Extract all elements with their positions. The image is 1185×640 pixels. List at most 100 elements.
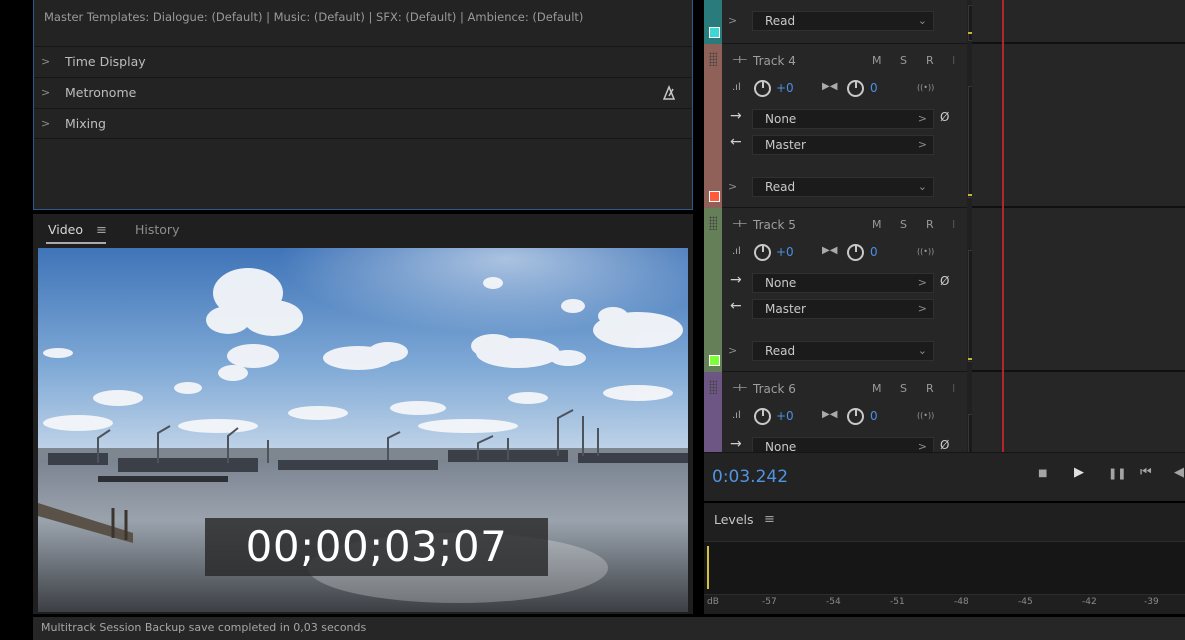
phase-invert-icon[interactable]: Ø (940, 110, 949, 124)
metronome-section[interactable]: > Metronome (34, 77, 692, 108)
status-bar: Multitrack Session Backup save completed… (33, 617, 1185, 640)
current-time-display[interactable]: 0:03.242 (712, 467, 788, 487)
chevron-down-icon: ⌄ (917, 14, 927, 27)
pan-value[interactable]: 0 (870, 81, 878, 95)
output-arrow-icon: ← (730, 298, 742, 314)
level-meter (704, 541, 1185, 595)
video-panel: Video ≡ History 00;00;03;07 (33, 214, 693, 614)
track-color-bar (704, 44, 722, 208)
scale-label: -45 (1018, 597, 1033, 607)
output-arrow-icon: ← (730, 134, 742, 150)
input-value: None (765, 112, 797, 126)
record-arm-button[interactable]: R (926, 218, 934, 231)
input-select[interactable]: None > (752, 437, 934, 452)
rewind-icon[interactable]: ◀ (1174, 465, 1184, 480)
track-color-bar (704, 208, 722, 372)
playhead[interactable] (1002, 0, 1004, 452)
pan-icon: ▶◀ (822, 409, 838, 420)
panel-menu-icon[interactable]: ≡ (764, 512, 775, 527)
input-select[interactable]: None > (752, 109, 934, 129)
drag-handle[interactable] (709, 52, 717, 66)
chevron-right-icon: > (41, 117, 51, 130)
automation-mode-value: Read (765, 180, 796, 194)
pan-knob[interactable] (847, 244, 864, 261)
chevron-right-icon: > (917, 302, 927, 315)
metronome-label: Metronome (65, 85, 137, 100)
scale-label: -57 (762, 597, 777, 607)
mixing-section[interactable]: > Mixing (34, 108, 692, 139)
input-monitor-button[interactable]: I (952, 54, 955, 67)
stereo-icon: ((•)) (917, 83, 935, 92)
pan-knob[interactable] (847, 80, 864, 97)
volume-value[interactable]: +0 (776, 81, 794, 95)
waveform-icon: ⊣⊢ (732, 55, 747, 66)
volume-value[interactable]: +0 (776, 409, 794, 423)
output-value: Master (765, 138, 806, 152)
go-to-start-icon[interactable]: ⏮ (1140, 465, 1152, 480)
track-name[interactable]: Track 4 (753, 54, 796, 68)
drag-handle[interactable] (709, 216, 717, 230)
chevron-right-icon: > (917, 138, 927, 151)
volume-knob[interactable] (754, 80, 771, 97)
mute-button[interactable]: M (872, 218, 882, 231)
metronome-icon[interactable] (660, 84, 678, 102)
track-4: ⊣⊢ Track 4 M S R I .ıl +0 ▶◀ 0 ((•)) → N… (704, 44, 1185, 208)
input-value: None (765, 276, 797, 290)
volume-pan-row: .ıl +0 ▶◀ 0 ((•)) (732, 244, 962, 266)
automation-mode-value: Read (765, 344, 796, 358)
track-name[interactable]: Track 5 (753, 218, 796, 232)
pan-value[interactable]: 0 (870, 245, 878, 259)
track-color-swatch[interactable] (709, 191, 720, 202)
record-arm-button[interactable]: R (926, 382, 934, 395)
volume-pan-row: .ıl +0 ▶◀ 0 ((•)) (732, 80, 962, 102)
play-icon[interactable]: ▶ (1074, 465, 1084, 480)
volume-icon: .ıl (732, 246, 741, 257)
automation-mode-select[interactable]: Read ⌄ (752, 11, 934, 31)
volume-value[interactable]: +0 (776, 245, 794, 259)
input-select[interactable]: None > (752, 273, 934, 293)
phase-invert-icon[interactable]: Ø (940, 438, 949, 452)
waveform-icon: ⊣⊢ (732, 219, 747, 230)
time-display-label: Time Display (65, 54, 146, 69)
phase-invert-icon[interactable]: Ø (940, 274, 949, 288)
automation-mode-value: Read (765, 14, 796, 28)
solo-button[interactable]: S (900, 54, 907, 67)
track-color-swatch[interactable] (709, 355, 720, 366)
tab-video[interactable]: Video (48, 222, 83, 237)
tab-history[interactable]: History (135, 222, 179, 237)
pause-icon[interactable]: ❚❚ (1108, 467, 1126, 480)
mute-button[interactable]: M (872, 54, 882, 67)
chevron-right-icon[interactable]: > (728, 14, 737, 27)
volume-pan-row: .ıl +0 ▶◀ 0 ((•)) (732, 408, 962, 430)
track-list: > Read ⌄ ⊣⊢ Track 4 M S R I .ıl +0 ▶◀ 0 … (704, 0, 1185, 452)
chevron-right-icon: > (917, 112, 927, 125)
pan-knob[interactable] (847, 408, 864, 425)
output-select[interactable]: Master > (752, 299, 934, 319)
mute-button[interactable]: M (872, 382, 882, 395)
solo-button[interactable]: S (900, 218, 907, 231)
input-monitor-button[interactable]: I (952, 382, 955, 395)
output-select[interactable]: Master > (752, 135, 934, 155)
automation-mode-select[interactable]: Read ⌄ (752, 341, 934, 361)
track-color-swatch[interactable] (709, 27, 720, 38)
solo-button[interactable]: S (900, 382, 907, 395)
stop-icon[interactable]: ■ (1038, 468, 1047, 479)
track-header: ⊣⊢ Track 6 M S R I .ıl +0 ▶◀ 0 ((•)) → N… (722, 372, 982, 452)
track-name[interactable]: Track 6 (753, 382, 796, 396)
time-display-section[interactable]: > Time Display (34, 46, 692, 77)
scale-label: -39 (1144, 597, 1159, 607)
input-monitor-button[interactable]: I (952, 218, 955, 231)
pan-value[interactable]: 0 (870, 409, 878, 423)
record-arm-button[interactable]: R (926, 54, 934, 67)
panel-menu-icon[interactable]: ≡ (96, 223, 107, 238)
scale-label: dB (707, 597, 719, 607)
active-tab-indicator (46, 242, 106, 244)
volume-knob[interactable] (754, 408, 771, 425)
chevron-right-icon[interactable]: > (728, 344, 737, 357)
chevron-right-icon: > (917, 440, 927, 452)
chevron-right-icon[interactable]: > (728, 180, 737, 193)
automation-mode-select[interactable]: Read ⌄ (752, 177, 934, 197)
volume-knob[interactable] (754, 244, 771, 261)
track-color-bar (704, 0, 722, 44)
drag-handle[interactable] (709, 380, 717, 394)
